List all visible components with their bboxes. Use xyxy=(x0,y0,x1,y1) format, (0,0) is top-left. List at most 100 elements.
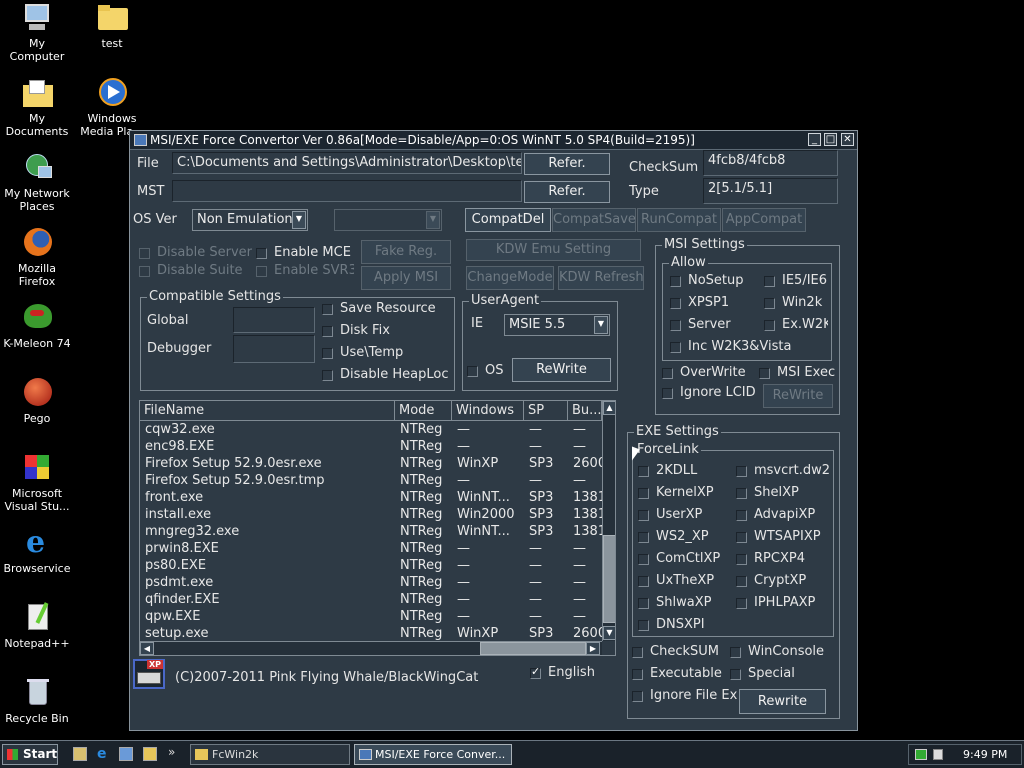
disk-fix-checkbox[interactable] xyxy=(322,326,333,337)
tray-network-icon[interactable] xyxy=(915,749,927,760)
ie-version-select[interactable]: MSIE 5.5 ▼ xyxy=(504,314,610,336)
quick-launch-icon-1[interactable] xyxy=(73,747,87,761)
msi-rewrite-button[interactable]: ReWrite xyxy=(763,384,833,408)
table-row[interactable]: cqw32.exe NTReg — — — xyxy=(140,422,602,439)
forcelink-checkbox-cryptxp[interactable] xyxy=(736,576,747,587)
tab-app-compat[interactable]: AppCompat xyxy=(722,208,806,232)
forcelink-checkbox-rpcxp4[interactable] xyxy=(736,554,747,565)
useragent-rewrite-button[interactable]: ReWrite xyxy=(512,358,611,382)
secondary-select[interactable]: ▼ xyxy=(334,209,442,231)
ignore-file-checkbox[interactable] xyxy=(632,691,643,702)
taskbar-item-fcwin2k[interactable]: FcWin2k xyxy=(190,744,350,765)
file-list[interactable]: FileName Mode Windows SP Bu... cqw32.exe… xyxy=(139,400,616,656)
minimize-icon[interactable]: _ xyxy=(808,133,821,146)
checksum-checkbox[interactable] xyxy=(632,647,643,658)
forcelink-checkbox-userxp[interactable] xyxy=(638,510,649,521)
desktop-icon-notepad-plus-plus[interactable]: Notepad++ xyxy=(0,602,74,650)
table-row[interactable]: prwin8.EXE NTReg — — — xyxy=(140,541,602,558)
table-row[interactable]: qpw.EXE NTReg — — — xyxy=(140,609,602,626)
tray-notepad-icon[interactable] xyxy=(933,749,943,760)
desktop-icon-windows-media-player[interactable]: Windows Media Pla... xyxy=(75,77,149,138)
desktop-icon-my-computer[interactable]: My Computer xyxy=(0,2,74,63)
global-field[interactable] xyxy=(233,307,315,333)
kdw-emu-setting-button[interactable]: KDW Emu Setting xyxy=(466,239,641,261)
tab-compat-del[interactable]: CompatDel xyxy=(465,208,551,232)
disable-suite-checkbox[interactable] xyxy=(139,266,150,277)
vertical-scroll-thumb[interactable] xyxy=(603,535,615,623)
table-row[interactable]: enc98.EXE NTReg — — — xyxy=(140,439,602,456)
column-header-sp[interactable]: SP xyxy=(524,401,568,421)
table-row[interactable]: ps80.EXE NTReg — — — xyxy=(140,558,602,575)
desktop-icon-my-network-places[interactable]: My Network Places xyxy=(0,152,74,213)
os-ver-select[interactable]: Non Emulation ▼ xyxy=(192,209,308,231)
column-header-build[interactable]: Bu... xyxy=(568,401,602,421)
inc-w2k3-vista-checkbox[interactable] xyxy=(670,342,681,353)
scroll-down-icon[interactable]: ▼ xyxy=(603,626,615,640)
chevron-down-icon[interactable]: ▼ xyxy=(426,211,440,229)
disable-server-checkbox[interactable] xyxy=(139,248,150,259)
close-icon[interactable]: ✕ xyxy=(841,133,854,146)
table-row[interactable]: psdmt.exe NTReg — — — xyxy=(140,575,602,592)
start-button[interactable]: Start xyxy=(2,744,58,765)
forcelink-checkbox-2kdll[interactable] xyxy=(638,466,649,477)
ignore-lcid-checkbox[interactable] xyxy=(662,388,673,399)
forcelink-checkbox-wtsapixp[interactable] xyxy=(736,532,747,543)
xpsp1-checkbox[interactable] xyxy=(670,298,681,309)
refer-file-button[interactable]: Refer. xyxy=(524,153,610,175)
forcelink-checkbox-comctlxp[interactable] xyxy=(638,554,649,565)
desktop-icon-pego[interactable]: Pego xyxy=(0,377,74,425)
desktop-icon-recycle-bin[interactable]: Recycle Bin xyxy=(0,677,74,725)
msi-exec-checkbox[interactable] xyxy=(759,368,770,379)
table-row[interactable]: install.exe NTReg Win2000 SP3 1381 xyxy=(140,507,603,524)
desktop-icon-test[interactable]: test xyxy=(75,2,149,50)
win2k-checkbox[interactable] xyxy=(764,298,775,309)
table-row[interactable]: Firefox Setup 52.9.0esr.tmp NTReg — — — xyxy=(140,473,602,490)
overwrite-checkbox[interactable] xyxy=(662,368,673,379)
column-header-filename[interactable]: FileName xyxy=(140,401,395,421)
file-path-field[interactable]: C:\Documents and Settings\Administrator\… xyxy=(172,152,522,174)
quick-launch-chevron-icon[interactable]: » xyxy=(168,745,175,759)
enable-mce-checkbox[interactable] xyxy=(256,248,267,259)
forcelink-checkbox-advapixp[interactable] xyxy=(736,510,747,521)
forcelink-checkbox-dnsxpi[interactable] xyxy=(638,620,649,631)
scroll-left-icon[interactable]: ◀ xyxy=(140,642,154,655)
fake-reg-button[interactable]: Fake Reg. xyxy=(361,240,451,264)
disable-heaploc-checkbox[interactable] xyxy=(322,370,333,381)
server-checkbox[interactable] xyxy=(670,320,681,331)
column-header-windows[interactable]: Windows xyxy=(452,401,524,421)
enable-svr-checkbox[interactable] xyxy=(256,266,267,277)
maximize-icon[interactable]: □ xyxy=(824,133,837,146)
chevron-down-icon[interactable]: ▼ xyxy=(292,211,306,229)
title-bar[interactable]: MSI/EXE Force Convertor Ver 0.86a[Mode=D… xyxy=(130,131,857,150)
desktop-icon-k-meleon[interactable]: K-Meleon 74 xyxy=(0,302,74,350)
ie5-ie6-checkbox[interactable] xyxy=(764,276,775,287)
desktop-icon-mozilla-firefox[interactable]: Mozilla Firefox xyxy=(0,227,74,288)
horizontal-scrollbar[interactable]: ◀ ▶ xyxy=(140,641,602,655)
forcelink-checkbox-kernelxp[interactable] xyxy=(638,488,649,499)
table-row[interactable]: front.exe NTReg WinNT... SP3 1381 xyxy=(140,490,603,507)
desktop-icon-microsoft-visual-studio[interactable]: Microsoft Visual Stu... xyxy=(0,452,74,513)
english-checkbox[interactable] xyxy=(530,665,541,679)
executable-checkbox[interactable] xyxy=(632,669,643,680)
taskbar-item-msi-exe-force-convertor[interactable]: MSI/EXE Force Conver... xyxy=(354,744,512,765)
column-header-mode[interactable]: Mode xyxy=(395,401,452,421)
scroll-up-icon[interactable]: ▲ xyxy=(603,401,615,415)
os-checkbox[interactable] xyxy=(467,366,478,377)
forcelink-checkbox-ws2-xp[interactable] xyxy=(638,532,649,543)
table-row[interactable]: qfinder.EXE NTReg — — — xyxy=(140,592,602,609)
apply-msi-button[interactable]: Apply MSI xyxy=(361,266,451,290)
winconsole-checkbox[interactable] xyxy=(730,647,741,658)
save-resource-checkbox[interactable] xyxy=(322,304,333,315)
special-checkbox[interactable] xyxy=(730,669,741,680)
clock[interactable]: 9:49 PM xyxy=(963,748,1007,761)
table-row[interactable]: Firefox Setup 52.9.0esr.exe NTReg WinXP SP3… xyxy=(140,456,603,473)
tab-compat-save[interactable]: CompatSave xyxy=(552,208,636,232)
ex-w2k-checkbox[interactable] xyxy=(764,320,775,331)
exe-rewrite-button[interactable]: Rewrite xyxy=(739,689,826,714)
mst-path-field[interactable] xyxy=(172,180,522,202)
vertical-scrollbar[interactable]: ▲ ▼ xyxy=(602,401,615,641)
quick-launch-ie-icon[interactable]: e xyxy=(97,746,107,762)
forcelink-checkbox-shlwaxp[interactable] xyxy=(638,598,649,609)
quick-launch-icon-4[interactable] xyxy=(143,747,157,761)
chevron-down-icon[interactable]: ▼ xyxy=(594,316,608,334)
